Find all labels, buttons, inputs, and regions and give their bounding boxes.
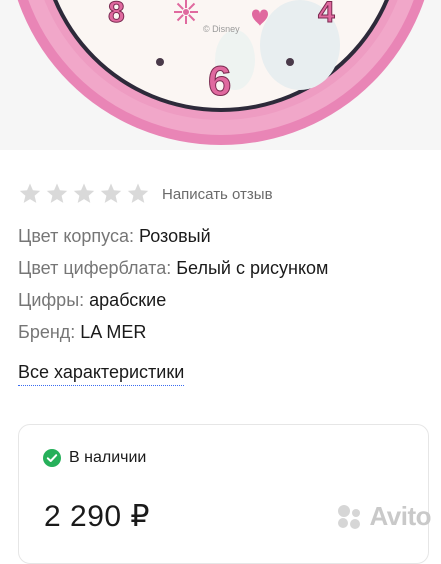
spec-key: Цвет корпуса: (18, 226, 134, 246)
price: 2 290 ₽ (44, 500, 150, 533)
star-icon[interactable] (126, 182, 150, 206)
star-icon[interactable] (45, 182, 69, 206)
offer-card: В наличии 2 290 ₽ (18, 424, 429, 564)
availability-label: В наличии (69, 449, 147, 466)
star-icon[interactable] (18, 182, 42, 206)
spec-row-numerals: Цифры: арабские (18, 289, 166, 311)
watermark-text: Avito (369, 501, 431, 531)
spec-value: Белый с рисунком (176, 258, 329, 278)
spec-value: LA MER (80, 322, 147, 342)
spec-value: Розовый (139, 226, 211, 246)
rating-row: Написать отзыв (18, 180, 273, 208)
spec-key: Цифры: (18, 290, 85, 310)
spec-row-case-color: Цвет корпуса: Розовый (18, 225, 211, 247)
avito-watermark: Avito (335, 501, 431, 532)
spec-key: Бренд: (18, 322, 76, 342)
rating-stars[interactable] (18, 182, 150, 206)
dial-number-8: 8 (108, 0, 125, 29)
spec-row-dial-color: Цвет циферблата: Белый с рисунком (18, 257, 328, 279)
star-icon[interactable] (99, 182, 123, 206)
star-icon[interactable] (72, 182, 96, 206)
check-circle-icon (43, 449, 61, 467)
all-specs-link[interactable]: Все характеристики (18, 362, 185, 386)
spec-key: Цвет циферблата: (18, 258, 172, 278)
write-review-link[interactable]: Написать отзыв (162, 186, 273, 203)
avito-logo-icon (338, 504, 361, 529)
spec-row-brand: Бренд: LA MER (18, 321, 146, 343)
dial-number-6: 6 (208, 57, 231, 104)
availability-status: В наличии (43, 449, 146, 467)
spec-value: арабские (89, 290, 167, 310)
product-photo[interactable]: 8 6 4 © Disney (0, 0, 441, 150)
dial-number-4: 4 (318, 0, 335, 29)
dial-brand: © Disney (203, 24, 240, 34)
